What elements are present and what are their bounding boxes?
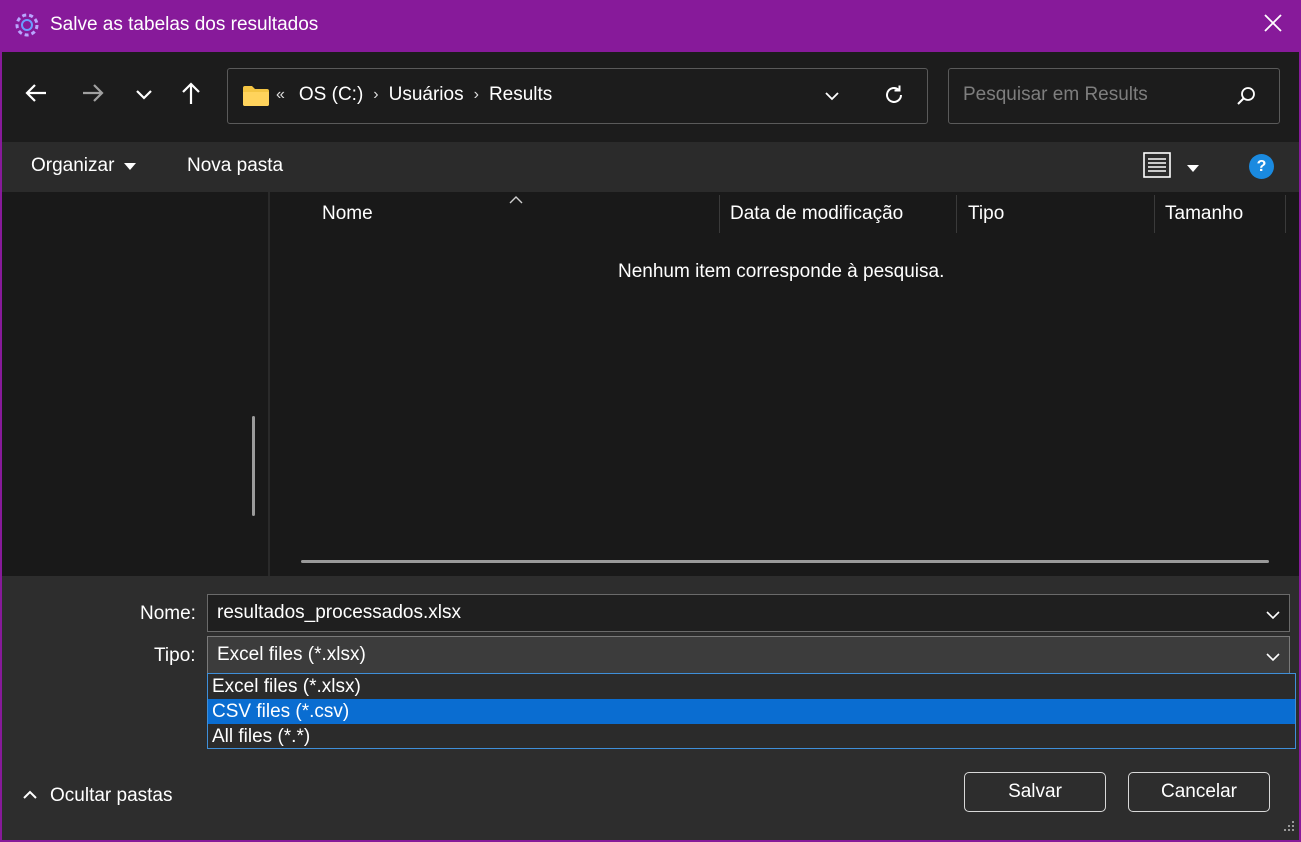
column-header-size[interactable]: Tamanho — [1165, 203, 1243, 225]
chevron-down-icon[interactable] — [1265, 647, 1281, 669]
back-button[interactable] — [16, 78, 56, 114]
file-type-label: Tipo: — [154, 645, 196, 666]
file-type-selected-value: Excel files (*.xlsx) — [217, 644, 366, 665]
file-type-select[interactable]: Excel files (*.xlsx) — [207, 636, 1290, 674]
address-bar[interactable]: « OS (C:) › Usuários › Results — [227, 68, 928, 124]
search-input[interactable] — [963, 84, 1223, 106]
file-type-option-xlsx[interactable]: Excel files (*.xlsx) — [208, 674, 1295, 699]
file-list — [270, 192, 1299, 576]
view-options-button[interactable] — [1143, 152, 1199, 184]
up-arrow-icon — [180, 81, 202, 111]
refresh-icon[interactable] — [882, 83, 906, 113]
file-name-label: Nome: — [140, 603, 196, 624]
folder-icon — [242, 85, 270, 113]
title-bar: Salve as tabelas dos resultados — [0, 0, 1301, 52]
column-header-type[interactable]: Tipo — [968, 203, 1004, 225]
column-divider[interactable] — [1285, 195, 1286, 233]
new-folder-button[interactable]: Nova pasta — [187, 155, 283, 177]
close-icon — [1264, 14, 1282, 38]
sort-ascending-icon — [508, 189, 524, 211]
recent-locations-button[interactable] — [124, 78, 164, 114]
up-button[interactable] — [171, 78, 211, 114]
breadcrumb-item-drive[interactable]: OS (C:) — [299, 84, 363, 106]
navigation-pane-scrollbar[interactable] — [252, 416, 255, 516]
file-type-option-all[interactable]: All files (*.*) — [208, 724, 1295, 749]
hide-folders-button[interactable]: Ocultar pastas — [22, 785, 173, 807]
recent-locations-chevron-icon — [135, 85, 153, 107]
file-type-dropdown-list: Excel files (*.xlsx) CSV files (*.csv) A… — [207, 673, 1296, 749]
cancel-button[interactable]: Cancelar — [1128, 772, 1270, 812]
save-button[interactable]: Salvar — [964, 772, 1106, 812]
breadcrumb-separator[interactable]: › — [373, 86, 378, 104]
new-folder-label: Nova pasta — [187, 155, 284, 176]
view-details-icon — [1143, 152, 1171, 184]
resize-grip-icon[interactable] — [1283, 816, 1295, 838]
help-icon[interactable]: ? — [1249, 154, 1274, 179]
file-name-input[interactable]: resultados_processados.xlsx — [217, 602, 461, 624]
caret-down-icon — [1187, 157, 1199, 179]
back-arrow-icon — [24, 82, 48, 110]
column-header-name[interactable]: Nome — [322, 203, 373, 225]
navigation-pane — [2, 192, 270, 576]
caret-down-icon — [124, 155, 137, 177]
window-title: Salve as tabelas dos resultados — [50, 14, 319, 35]
file-name-combobox[interactable]: resultados_processados.xlsx — [207, 594, 1290, 632]
chevron-down-icon[interactable] — [1265, 605, 1281, 627]
search-icon[interactable] — [1235, 85, 1257, 113]
breadcrumb-item-results[interactable]: Results — [489, 84, 552, 106]
chevron-up-icon — [22, 785, 38, 807]
horizontal-scrollbar[interactable] — [301, 560, 1269, 563]
breadcrumb-item-usuarios[interactable]: Usuários — [389, 84, 464, 106]
file-type-option-csv[interactable]: CSV files (*.csv) — [208, 699, 1295, 724]
column-divider[interactable] — [956, 195, 957, 233]
chevron-down-icon[interactable] — [824, 86, 840, 108]
app-logo-icon — [14, 12, 40, 38]
breadcrumb: « OS (C:) › Usuários › Results — [276, 84, 552, 106]
forward-button[interactable] — [73, 78, 113, 114]
forward-arrow-icon — [81, 82, 105, 110]
breadcrumb-overflow[interactable]: « — [276, 86, 285, 104]
column-header-date-modified[interactable]: Data de modificação — [730, 203, 903, 225]
column-divider[interactable] — [719, 195, 720, 233]
column-divider[interactable] — [1154, 195, 1155, 233]
search-box — [948, 68, 1280, 124]
close-button[interactable] — [1245, 0, 1301, 52]
organize-label: Organizar — [31, 155, 115, 176]
hide-folders-label: Ocultar pastas — [50, 785, 173, 806]
breadcrumb-separator[interactable]: › — [474, 86, 479, 104]
empty-folder-message: Nenhum item corresponde à pesquisa. — [618, 261, 945, 282]
organize-menu-button[interactable]: Organizar — [31, 155, 137, 177]
